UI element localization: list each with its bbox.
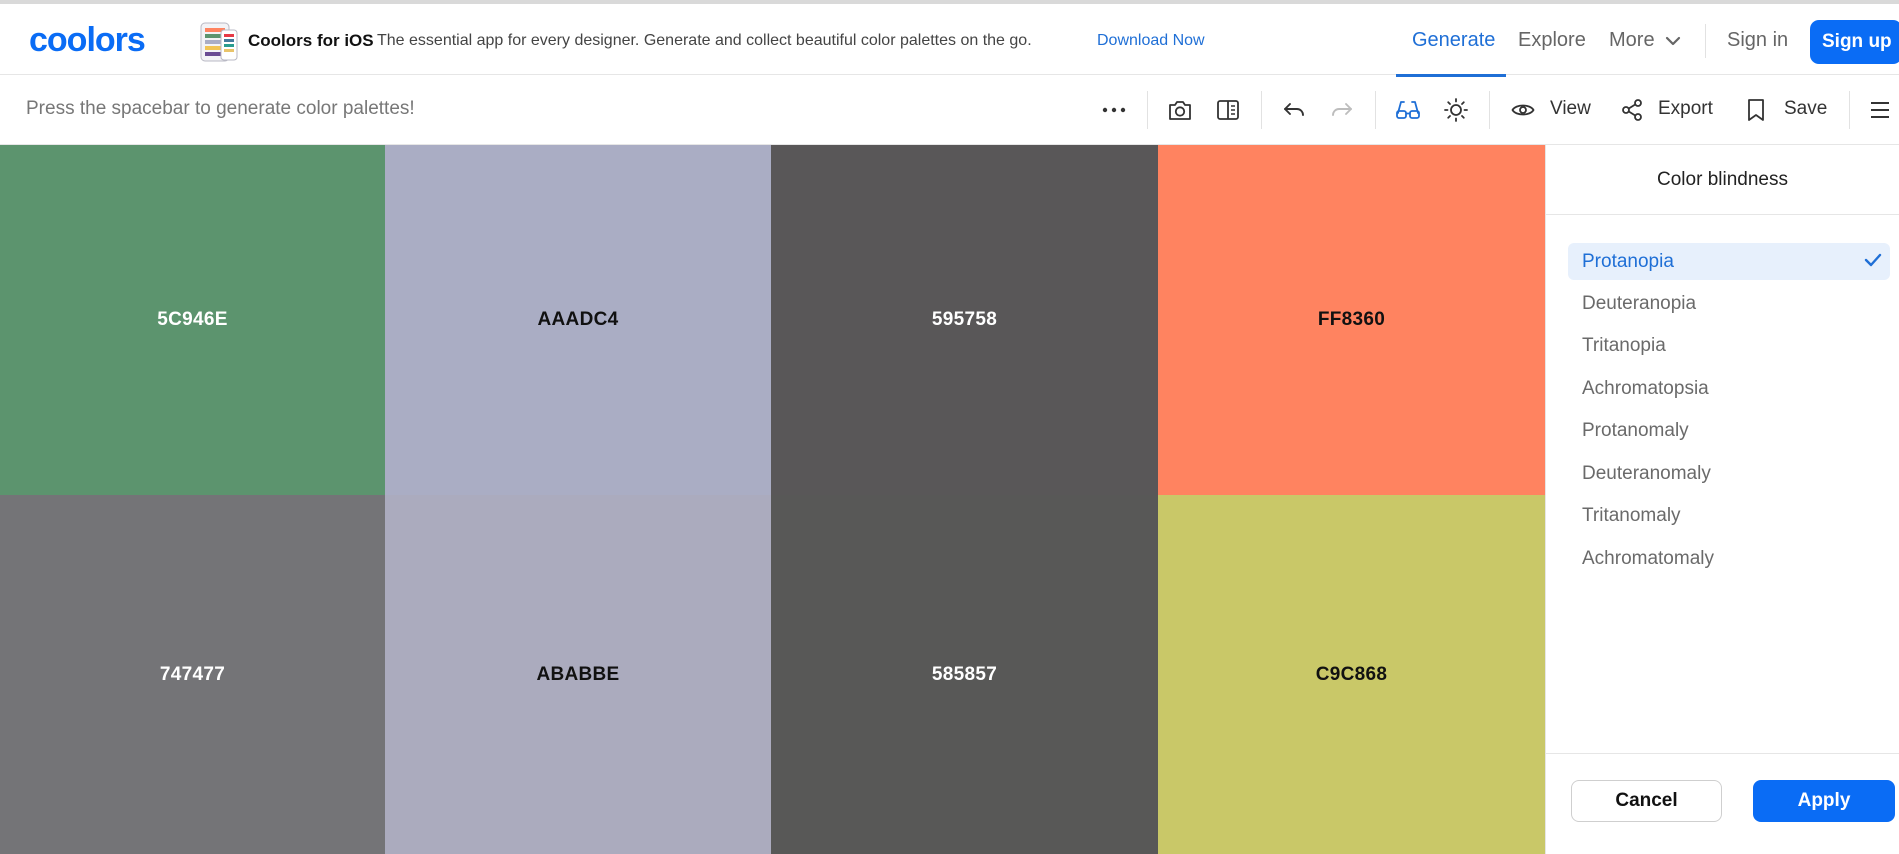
color-blindness-panel: Color blindness Protanopia Deuteranopia … <box>1545 145 1899 854</box>
hex-code[interactable]: 585857 <box>932 664 997 686</box>
top-navbar: coolors Coolors for iOS The essential ap… <box>0 4 1899 77</box>
split-view-icon[interactable] <box>1214 96 1242 124</box>
color-swatch[interactable]: AAADC4 <box>385 145 771 495</box>
hex-code[interactable]: 747477 <box>160 664 225 686</box>
promo-title: Coolors for iOS <box>248 31 374 50</box>
brightness-sun-icon[interactable] <box>1442 96 1470 124</box>
toolbar-divider <box>1147 91 1148 129</box>
download-now-link[interactable]: Download Now <box>1097 32 1205 50</box>
panel-title: Color blindness <box>1546 145 1899 215</box>
spacebar-hint: Press the spacebar to generate color pal… <box>26 98 415 119</box>
svg-text:coolors: coolors <box>29 24 145 58</box>
hamburger-menu-icon[interactable] <box>1866 96 1894 124</box>
nav-more[interactable]: More <box>1609 29 1681 52</box>
option-label: Deuteranomaly <box>1582 463 1711 484</box>
hex-code[interactable]: ABABBE <box>536 664 619 686</box>
option-tritanopia[interactable]: Tritanopia <box>1568 327 1890 364</box>
checkmark-icon <box>1864 253 1882 267</box>
toolbar-divider <box>1375 91 1376 129</box>
color-blindness-glasses-icon[interactable] <box>1394 96 1422 124</box>
option-deuteranopia[interactable]: Deuteranopia <box>1568 285 1890 322</box>
option-label: Tritanomaly <box>1582 505 1681 526</box>
color-swatch-simulated[interactable]: 585857 <box>771 495 1158 854</box>
nav-explore[interactable]: Explore <box>1518 29 1586 52</box>
nav-more-label: More <box>1609 29 1655 51</box>
color-swatch-simulated[interactable]: 747477 <box>0 495 385 854</box>
toolbar-divider <box>1489 91 1490 129</box>
option-protanopia[interactable]: Protanopia <box>1568 243 1890 280</box>
toolbar-divider <box>1261 91 1262 129</box>
ios-app-thumbnail-icon <box>199 22 239 62</box>
option-label: Deuteranopia <box>1582 293 1697 314</box>
option-achromatomaly[interactable]: Achromatomaly <box>1568 540 1890 577</box>
hex-code[interactable]: AAADC4 <box>538 309 619 331</box>
option-deuteranomaly[interactable]: Deuteranomaly <box>1568 455 1890 492</box>
camera-icon[interactable] <box>1166 96 1194 124</box>
option-label: Achromatopsia <box>1582 378 1709 399</box>
more-options-icon[interactable] <box>1100 96 1128 124</box>
color-swatch[interactable]: 595758 <box>771 145 1158 495</box>
option-tritanomaly[interactable]: Tritanomaly <box>1568 497 1890 534</box>
undo-icon[interactable] <box>1280 96 1308 124</box>
color-swatch-simulated[interactable]: ABABBE <box>385 495 771 854</box>
panel-footer: Cancel Apply <box>1546 753 1899 854</box>
apply-button[interactable]: Apply <box>1753 780 1895 822</box>
color-swatch-simulated[interactable]: C9C868 <box>1158 495 1545 854</box>
option-achromatopsia[interactable]: Achromatopsia <box>1568 370 1890 407</box>
option-label: Protanomaly <box>1582 420 1689 441</box>
nav-divider <box>1705 24 1706 58</box>
export-button[interactable]: Export <box>1616 89 1722 131</box>
color-swatch[interactable]: 5C946E <box>0 145 385 495</box>
sign-in-link[interactable]: Sign in <box>1727 29 1788 52</box>
save-button[interactable]: Save <box>1740 89 1832 131</box>
toolbar-divider <box>1849 91 1850 129</box>
redo-icon[interactable] <box>1328 96 1356 124</box>
sign-up-button[interactable]: Sign up <box>1810 20 1899 64</box>
bookmark-icon <box>1742 96 1770 124</box>
coolors-logo[interactable]: coolors <box>29 24 169 58</box>
palette-toolbar: Press the spacebar to generate color pal… <box>0 75 1899 145</box>
option-label: Achromatomaly <box>1582 548 1714 569</box>
hex-code[interactable]: C9C868 <box>1316 664 1388 686</box>
eye-icon <box>1509 96 1537 124</box>
color-swatch[interactable]: FF8360 <box>1158 145 1545 495</box>
promo-text: The essential app for every designer. Ge… <box>377 32 1032 49</box>
hex-code[interactable]: 5C946E <box>157 309 227 331</box>
cancel-button[interactable]: Cancel <box>1571 780 1722 822</box>
hex-code[interactable]: FF8360 <box>1318 309 1385 331</box>
share-icon <box>1618 96 1646 124</box>
view-button[interactable]: View <box>1507 89 1597 131</box>
hex-code[interactable]: 595758 <box>932 309 997 331</box>
save-label: Save <box>1784 98 1828 119</box>
view-label: View <box>1550 98 1591 119</box>
chevron-down-icon <box>1665 36 1680 45</box>
nav-generate[interactable]: Generate <box>1412 29 1495 52</box>
export-label: Export <box>1658 98 1713 119</box>
option-label: Tritanopia <box>1582 335 1666 356</box>
option-label: Protanopia <box>1582 251 1674 272</box>
option-protanomaly[interactable]: Protanomaly <box>1568 412 1890 449</box>
